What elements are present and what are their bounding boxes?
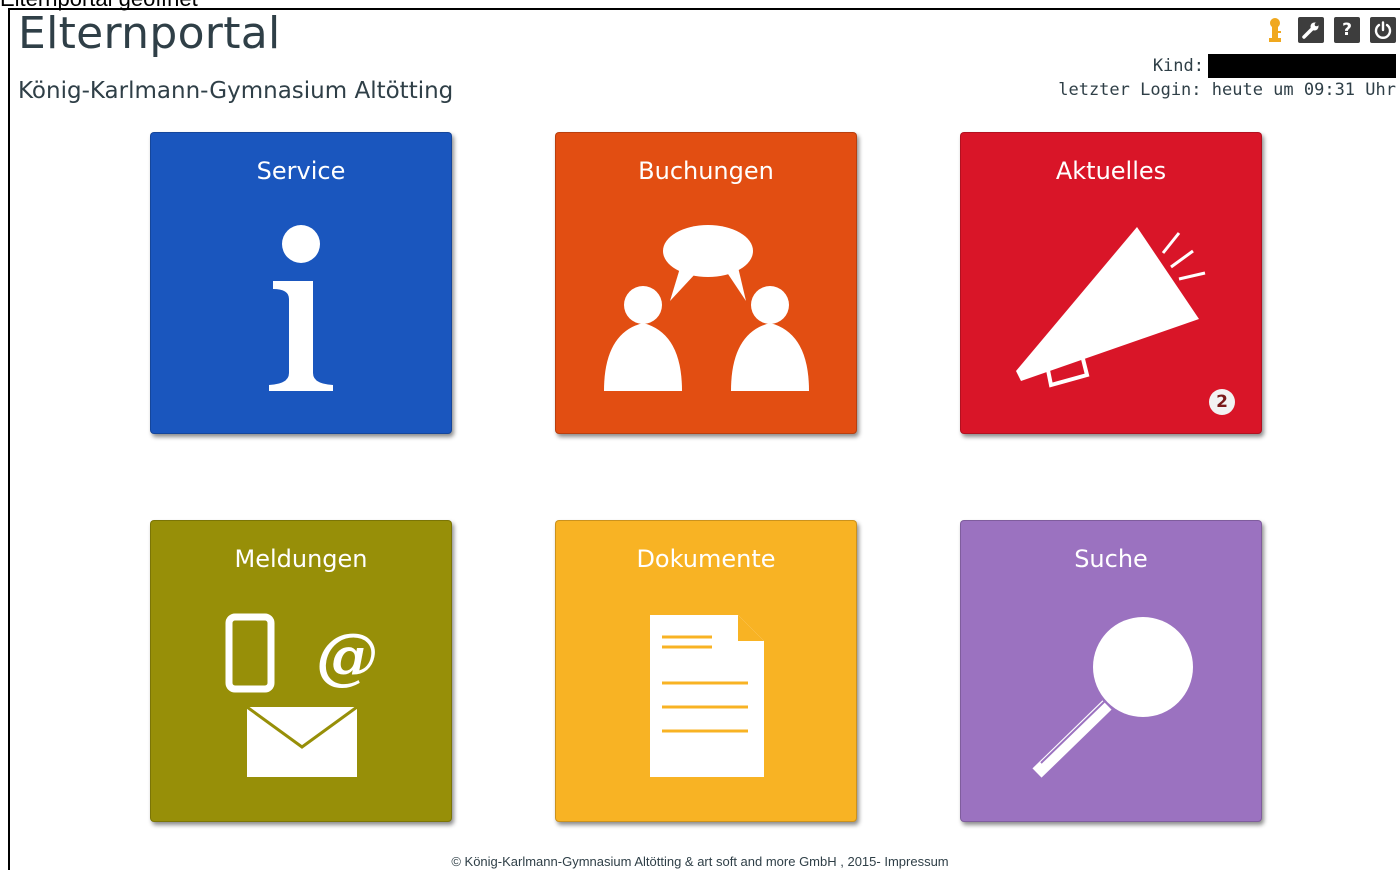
document-icon xyxy=(650,615,764,777)
notification-badge: 2 xyxy=(1209,389,1235,415)
redacted-child-name xyxy=(1208,54,1396,78)
tile-aktuelles[interactable]: Aktuelles 2 xyxy=(960,132,1262,434)
tile-suche[interactable]: Suche xyxy=(960,520,1262,822)
kind-row: Kind: xyxy=(1153,54,1396,78)
page-title: Elternportal xyxy=(18,8,281,59)
toolbar: ? xyxy=(1262,17,1396,43)
people-talking-icon xyxy=(604,225,809,391)
kind-label: Kind: xyxy=(1152,56,1204,76)
power-icon[interactable] xyxy=(1370,17,1396,43)
info-icon xyxy=(269,225,333,391)
tile-dokumente[interactable]: Dokumente xyxy=(555,520,857,822)
clipped-top-text: Elternportal geöffnet xyxy=(0,0,198,10)
wrench-icon[interactable] xyxy=(1298,17,1324,43)
magnifier-icon xyxy=(1032,617,1193,778)
footer-copyright: © König-Karlmann-Gymnasium Altötting & a… xyxy=(451,854,881,869)
last-login: letzter Login: heute um 09:31 Uhr xyxy=(1058,80,1396,100)
school-name: König-Karlmann-Gymnasium Altötting xyxy=(18,78,454,104)
phone-mail-at-icon: @ xyxy=(225,613,378,777)
tile-buchungen[interactable]: Buchungen xyxy=(555,132,857,434)
tile-meldungen[interactable]: Meldungen @ xyxy=(150,520,452,822)
tile-service[interactable]: Service xyxy=(150,132,452,434)
key-icon[interactable] xyxy=(1262,17,1288,43)
help-icon[interactable]: ? xyxy=(1334,17,1360,43)
footer: © König-Karlmann-Gymnasium Altötting & a… xyxy=(0,854,1400,869)
svg-text:@: @ xyxy=(316,619,378,692)
impressum-link[interactable]: Impressum xyxy=(884,854,948,869)
